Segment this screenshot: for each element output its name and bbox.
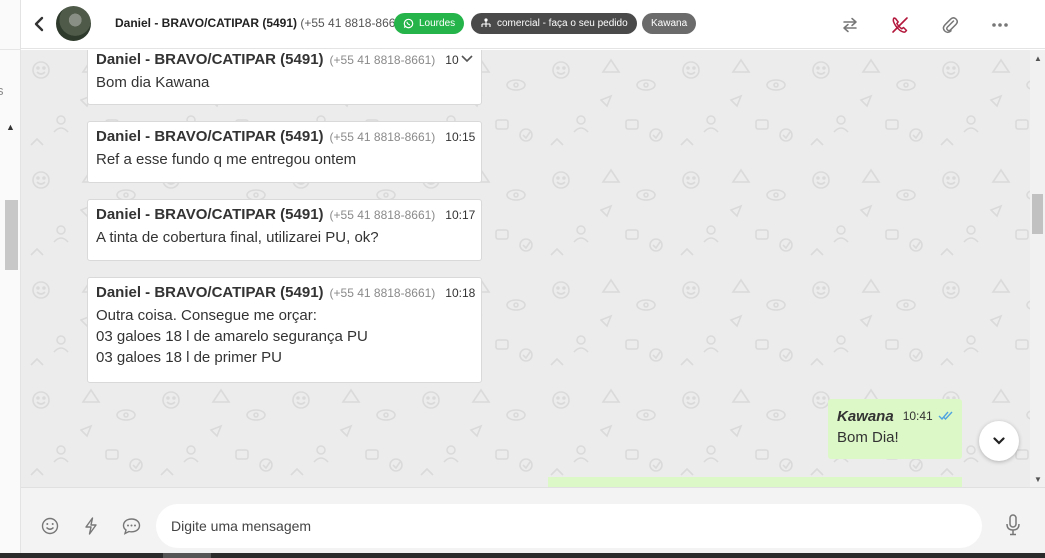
back-button[interactable] xyxy=(31,13,47,35)
message-header: Daniel - BRAVO/CATIPAR (5491) (+55 41 88… xyxy=(96,284,476,301)
chevron-down-icon xyxy=(461,55,473,63)
lightning-icon xyxy=(85,517,97,535)
message-sender: Daniel - BRAVO/CATIPAR (5491) xyxy=(96,206,324,223)
message-sender: Daniel - BRAVO/CATIPAR (5491) xyxy=(96,51,324,68)
message-sender-phone: (+55 41 8818-8661) xyxy=(329,208,436,222)
incoming-message[interactable]: Daniel - BRAVO/CATIPAR (5491) (+55 41 88… xyxy=(87,50,482,105)
scroll-up-arrow[interactable]: ▲ xyxy=(1034,54,1042,63)
emoji-icon xyxy=(41,517,59,535)
incoming-message[interactable]: Daniel - BRAVO/CATIPAR (5491) (+55 41 88… xyxy=(87,121,482,183)
agent-tag-label: Kawana xyxy=(651,18,688,29)
scroll-up-arrow[interactable]: ▲ xyxy=(6,122,15,132)
transfer-button[interactable] xyxy=(839,14,861,36)
message-list[interactable]: Daniel - BRAVO/CATIPAR (5491) (+55 41 88… xyxy=(21,50,1030,487)
whatsapp-icon xyxy=(403,18,414,29)
message-time: 10:18 xyxy=(445,286,476,300)
message-text: Outra coisa. Consegue me orçar: 03 galoe… xyxy=(96,305,473,368)
message-header: Daniel - BRAVO/CATIPAR (5491) (+55 41 88… xyxy=(96,128,476,145)
message-time: 10:41 xyxy=(902,409,933,423)
department-tag[interactable]: comercial - faça o seu pedido xyxy=(471,13,637,34)
contact-phone: (+55 41 8818-8661) xyxy=(300,16,407,30)
chat-bubble-icon xyxy=(122,518,140,535)
message-sender-phone: (+55 41 8818-8661) xyxy=(329,286,436,300)
message-sender: Daniel - BRAVO/CATIPAR (5491) xyxy=(96,284,324,301)
sitemap-icon xyxy=(481,18,491,27)
chevron-down-icon xyxy=(993,437,1005,445)
more-icon xyxy=(992,23,1008,27)
read-receipt-icon xyxy=(938,407,954,425)
truncated-text: s xyxy=(0,83,4,98)
message-time: 10:17 xyxy=(445,208,476,222)
agent-tag[interactable]: Kawana xyxy=(642,13,697,34)
incoming-message[interactable]: Daniel - BRAVO/CATIPAR (5491) (+55 41 88… xyxy=(87,277,482,383)
incoming-message[interactable]: Daniel - BRAVO/CATIPAR (5491) (+55 41 88… xyxy=(87,199,482,261)
bottom-edge-segment xyxy=(163,553,211,558)
divider xyxy=(0,49,21,50)
message-input[interactable] xyxy=(156,504,982,548)
message-sender-phone: (+55 41 8818-8661) xyxy=(329,130,436,144)
scroll-down-arrow[interactable]: ▼ xyxy=(1034,475,1042,484)
message-header: Kawana 10:41 xyxy=(837,407,953,425)
avatar[interactable] xyxy=(56,6,91,41)
message-text: Bom dia Kawana xyxy=(96,74,210,91)
end-call-icon xyxy=(892,17,908,33)
message-time: 10:15 xyxy=(445,130,476,144)
message-time: 10 xyxy=(445,53,459,67)
chat-app: s ▲ Daniel - BRAVO/CATIPAR (5491) (+55 4… xyxy=(0,0,1045,558)
message-header: Daniel - BRAVO/CATIPAR (5491) (+55 41 88… xyxy=(96,206,476,223)
chat-scrollbar[interactable]: ▲ ▼ xyxy=(1030,50,1045,487)
message-sender: Kawana xyxy=(837,407,894,425)
message-text-line: 03 galoes 18 l de primer PU xyxy=(96,349,282,366)
scroll-to-bottom-button[interactable] xyxy=(979,421,1019,461)
whatsapp-tag-label: Lourdes xyxy=(419,18,456,29)
window-bottom-edge xyxy=(0,553,1045,558)
message-text: Ref a esse fundo q me entregou ontem xyxy=(96,151,357,168)
emoji-button[interactable] xyxy=(39,515,61,537)
message-header: Daniel - BRAVO/CATIPAR (5491) (+55 41 88… xyxy=(96,51,473,68)
message-text-line: Outra coisa. Consegue me orçar: xyxy=(96,307,317,324)
whatsapp-channel-tag[interactable]: Lourdes xyxy=(394,13,465,34)
chat-scrollbar-thumb[interactable] xyxy=(1032,194,1043,234)
internal-note-button[interactable] xyxy=(120,515,142,537)
outgoing-message-partial[interactable] xyxy=(548,477,962,487)
message-text: A tinta de cobertura final, utilizarei P… xyxy=(96,229,379,246)
left-scrollbar-thumb[interactable] xyxy=(5,200,18,270)
transfer-icon xyxy=(843,17,857,33)
department-tag-label: comercial - faça o seu pedido xyxy=(497,18,628,29)
paperclip-icon xyxy=(942,17,958,34)
message-sender-phone: (+55 41 8818-8661) xyxy=(329,53,436,67)
end-call-button[interactable] xyxy=(889,14,911,36)
more-options-button[interactable] xyxy=(989,14,1011,36)
message-text: Bom Dia! xyxy=(837,429,899,446)
message-sender: Daniel - BRAVO/CATIPAR (5491) xyxy=(96,128,324,145)
attach-button[interactable] xyxy=(939,14,961,36)
message-menu-button[interactable] xyxy=(461,50,473,68)
voice-record-button[interactable] xyxy=(1002,514,1024,536)
chevron-left-icon xyxy=(34,16,44,32)
outgoing-message[interactable]: Kawana 10:41 Bom Dia! xyxy=(828,399,962,459)
microphone-icon xyxy=(1006,514,1020,536)
message-text-line: 03 galoes 18 l de amarelo segurança PU xyxy=(96,328,368,345)
message-composer xyxy=(21,487,1045,558)
contact-title: Daniel - BRAVO/CATIPAR (5491) (+55 41 88… xyxy=(115,16,406,30)
quick-replies-button[interactable] xyxy=(80,515,102,537)
chat-header: Daniel - BRAVO/CATIPAR (5491) (+55 41 88… xyxy=(21,0,1045,49)
contact-name: Daniel - BRAVO/CATIPAR (5491) xyxy=(115,16,298,30)
left-panel-edge: s ▲ xyxy=(0,0,21,558)
